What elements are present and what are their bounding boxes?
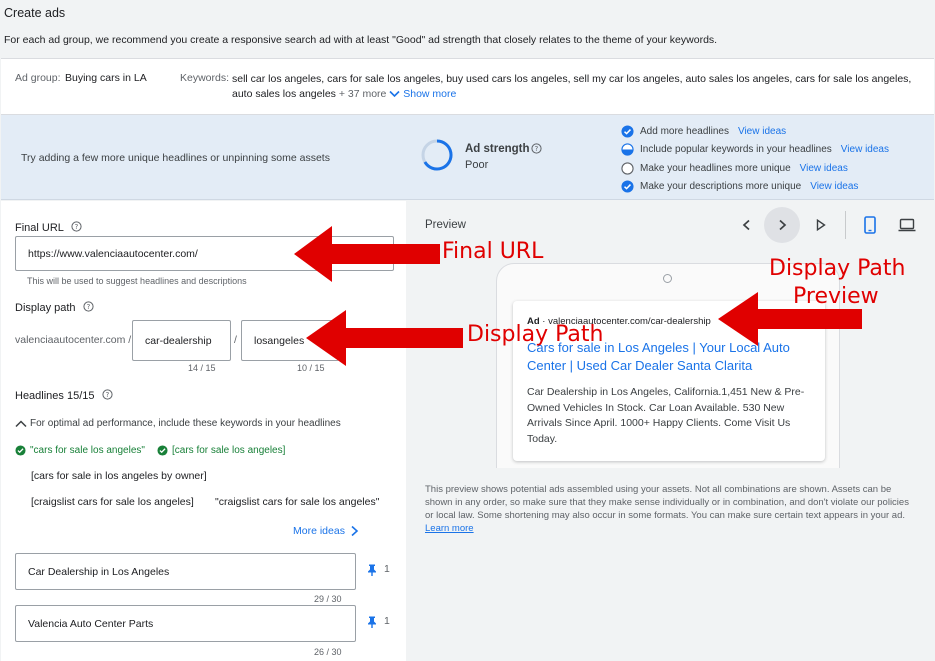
final-url-hint: This will be used to suggest headlines a… bbox=[27, 276, 247, 286]
ad-group-label: Ad group: bbox=[15, 72, 61, 84]
keyword-suggestions-toggle[interactable]: For optimal ad performance, include thes… bbox=[15, 418, 341, 429]
preview-note: This preview shows potential ads assembl… bbox=[425, 483, 915, 535]
display-path-label: Display path ? bbox=[15, 301, 94, 314]
help-icon[interactable]: ? bbox=[70, 221, 82, 232]
headline-char-count: 29 / 30 bbox=[314, 594, 342, 604]
learn-more-link[interactable]: Learn more bbox=[425, 523, 474, 534]
pin-icon[interactable] bbox=[367, 616, 377, 628]
check-circle-icon bbox=[157, 445, 168, 456]
ad-strength-ring-icon bbox=[421, 139, 453, 171]
page-title: Create ads bbox=[4, 6, 66, 20]
pin-icon[interactable] bbox=[367, 564, 377, 576]
chevron-down-icon bbox=[389, 91, 400, 98]
final-url-annotation: Final URL bbox=[442, 239, 544, 264]
play-icon bbox=[816, 219, 826, 231]
headline-input[interactable]: Valencia Auto Center Parts bbox=[15, 605, 356, 642]
headlines-hint: For optimal ad performance, include thes… bbox=[30, 418, 341, 429]
previous-preview-button[interactable] bbox=[728, 207, 764, 243]
check-circle-icon bbox=[621, 180, 634, 193]
checklist-text: Make your descriptions more unique bbox=[640, 181, 802, 193]
keywords-list: sell car los angeles, cars for sale los … bbox=[232, 72, 922, 102]
check-circle-icon bbox=[621, 125, 634, 138]
display-path-annotation: Display Path bbox=[467, 322, 604, 347]
keywords-more-count: + 37 more bbox=[338, 88, 387, 100]
chevron-right-icon bbox=[351, 525, 359, 537]
ad-strength-tip: Try adding a few more unique headlines o… bbox=[21, 152, 330, 164]
help-icon[interactable]: ? bbox=[101, 389, 113, 400]
path1-input[interactable]: car-dealership bbox=[132, 320, 231, 361]
headline-char-count: 26 / 30 bbox=[314, 647, 342, 657]
checklist-text: Add more headlines bbox=[640, 125, 729, 137]
display-path-arrow bbox=[306, 310, 463, 366]
keywords-label: Keywords: bbox=[180, 72, 230, 84]
checklist-item: Include popular keywords in your headlin… bbox=[621, 141, 921, 160]
svg-text:?: ? bbox=[74, 223, 78, 231]
keyword-suggestion-added[interactable]: "cars for sale los angeles" bbox=[15, 445, 145, 456]
more-ideas-label: More ideas bbox=[293, 525, 345, 537]
checklist-item: Make your headlines more unique View ide… bbox=[621, 159, 921, 178]
play-preview-button[interactable] bbox=[803, 207, 839, 243]
laptop-icon bbox=[898, 218, 916, 232]
half-circle-icon bbox=[621, 143, 634, 156]
keyword-suggestion-text: [cars for sale los angeles] bbox=[172, 445, 286, 456]
display-path-domain: valenciaautocenter.com / bbox=[15, 334, 132, 346]
keyword-suggestion[interactable]: [cars for sale in los angeles by owner] bbox=[31, 470, 207, 482]
keyword-suggestion[interactable]: "craigslist cars for sale los angeles" bbox=[215, 496, 379, 508]
preview-annotation-line2: Preview bbox=[793, 284, 879, 309]
check-circle-icon bbox=[15, 445, 26, 456]
next-preview-button[interactable] bbox=[764, 207, 800, 243]
page-description: For each ad group, we recommend you crea… bbox=[4, 34, 718, 46]
checklist-text: Make your headlines more unique bbox=[640, 162, 791, 174]
chevron-up-icon bbox=[15, 419, 27, 427]
final-url-label: Final URL ? bbox=[15, 221, 82, 234]
keyword-suggestion-text: "cars for sale los angeles" bbox=[30, 445, 145, 456]
chevron-left-icon bbox=[742, 219, 750, 231]
preview-note-text: This preview shows potential ads assembl… bbox=[425, 484, 909, 521]
chevron-right-icon bbox=[778, 219, 786, 231]
desktop-preview-button[interactable] bbox=[889, 207, 925, 243]
pin-position: 1 bbox=[384, 563, 390, 575]
path1-char-count: 14 / 15 bbox=[188, 363, 216, 373]
mobile-preview-button[interactable] bbox=[852, 207, 888, 243]
path-separator: / bbox=[234, 334, 237, 346]
view-ideas-link[interactable]: View ideas bbox=[841, 144, 889, 155]
checklist-item: Make your descriptions more unique View … bbox=[621, 178, 921, 197]
divider bbox=[845, 211, 846, 239]
phone-camera-icon bbox=[663, 274, 672, 283]
keyword-suggestion-added[interactable]: [cars for sale los angeles] bbox=[157, 445, 285, 456]
view-ideas-link[interactable]: View ideas bbox=[800, 163, 848, 174]
checklist-item: Add more headlines View ideas bbox=[621, 122, 921, 141]
keywords-text: sell car los angeles, cars for sale los … bbox=[232, 73, 912, 100]
ad-group-summary: Ad group: Buying cars in LA Keywords: se… bbox=[1, 58, 934, 115]
svg-text:?: ? bbox=[105, 391, 109, 399]
headlines-label-text: Headlines 15/15 bbox=[15, 390, 95, 402]
more-ideas-link[interactable]: More ideas bbox=[293, 525, 359, 537]
ad-group-value: Buying cars in LA bbox=[65, 72, 147, 84]
checklist-text: Include popular keywords in your headlin… bbox=[640, 144, 832, 156]
help-icon[interactable]: ? bbox=[83, 301, 94, 312]
ad-strength-panel: Try adding a few more unique headlines o… bbox=[1, 115, 934, 200]
svg-text:?: ? bbox=[86, 303, 90, 311]
help-icon[interactable]: ? bbox=[531, 143, 542, 157]
headline-input[interactable]: Car Dealership in Los Angeles bbox=[15, 553, 356, 590]
smartphone-icon bbox=[864, 216, 876, 234]
headlines-label: Headlines 15/15 ? bbox=[15, 389, 113, 402]
pin-position: 1 bbox=[384, 615, 390, 627]
display-path-label-text: Display path bbox=[15, 302, 76, 314]
page-header: Create ads For each ad group, we recomme… bbox=[0, 0, 935, 58]
view-ideas-link[interactable]: View ideas bbox=[810, 181, 858, 192]
svg-text:?: ? bbox=[535, 145, 539, 153]
show-more-label: Show more bbox=[403, 88, 457, 100]
final-url-arrow bbox=[294, 226, 440, 282]
keyword-suggestion[interactable]: [craigslist cars for sale los angeles] bbox=[31, 496, 194, 508]
ad-strength-value: Poor bbox=[465, 159, 489, 171]
ad-strength-checklist: Add more headlines View ideas Include po… bbox=[621, 122, 921, 196]
final-url-label-text: Final URL bbox=[15, 222, 64, 234]
empty-circle-icon bbox=[621, 162, 634, 175]
ad-description: Car Dealership in Los Angeles, Californi… bbox=[527, 386, 805, 445]
view-ideas-link[interactable]: View ideas bbox=[738, 126, 786, 137]
show-more-link[interactable]: Show more bbox=[389, 88, 456, 100]
preview-annotation-line1: Display Path bbox=[769, 256, 906, 281]
ad-strength-label: Ad strength bbox=[465, 143, 530, 155]
